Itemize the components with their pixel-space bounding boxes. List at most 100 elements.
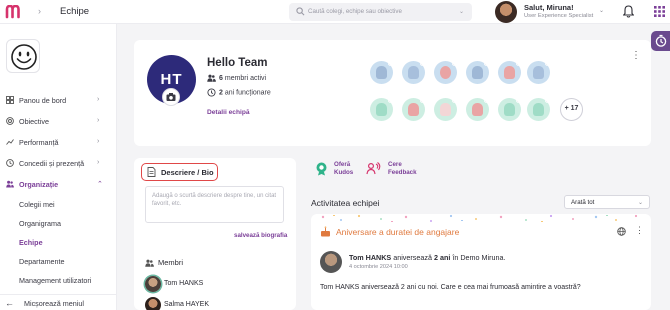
search-input[interactable]: Caută colegi, echipe sau obiective ⌄ bbox=[289, 3, 472, 21]
years-number: 2 bbox=[219, 89, 223, 97]
post-company: Demo Miruna. bbox=[460, 253, 506, 262]
search-icon bbox=[296, 7, 305, 16]
team-age: 2 ani funcționare bbox=[207, 88, 271, 97]
team-member-avatar[interactable] bbox=[466, 61, 489, 84]
give-kudos-link[interactable]: Oferă Kudos bbox=[334, 161, 353, 177]
person-icon bbox=[533, 103, 544, 116]
app-logo-icon[interactable] bbox=[5, 5, 23, 19]
team-member-avatar[interactable] bbox=[434, 98, 457, 121]
post-headline: Tom HANKS aniversează 2 ani în Demo Miru… bbox=[349, 253, 506, 262]
person-icon bbox=[504, 66, 515, 79]
document-icon bbox=[147, 167, 156, 177]
bio-title: Descriere / Bio bbox=[141, 163, 218, 181]
team-details-link[interactable]: Detalii echipă bbox=[207, 109, 250, 116]
top-bar: › Echipe Caută colegi, echipe sau obiect… bbox=[0, 0, 670, 24]
sidebar-item-performance[interactable]: Performanță › bbox=[0, 134, 117, 152]
team-member-avatar[interactable] bbox=[402, 61, 425, 84]
user-greeting[interactable]: Salut, Miruna! bbox=[524, 3, 574, 12]
post-author-name[interactable]: Tom HANKS bbox=[349, 253, 391, 262]
person-icon bbox=[472, 66, 483, 79]
chevron-up-icon: ⌃ bbox=[97, 181, 103, 188]
collapse-menu-button[interactable]: ← Micșorează meniul bbox=[0, 294, 117, 310]
status-dot bbox=[388, 98, 393, 103]
sidebar-item-label: Organizație bbox=[19, 180, 59, 189]
sidebar-item-objectives[interactable]: Obiective › bbox=[0, 113, 117, 131]
sidebar-subitem-colleagues[interactable]: Colegii mei bbox=[19, 200, 55, 209]
user-menu-chevron-icon[interactable]: ⌄ bbox=[599, 7, 604, 14]
bell-icon[interactable] bbox=[623, 5, 634, 18]
sidebar-item-label: Concedii și prezență bbox=[19, 159, 85, 168]
document-icon bbox=[440, 103, 451, 116]
feedback-icon[interactable] bbox=[366, 162, 381, 175]
person-icon bbox=[408, 66, 419, 79]
save-bio-link[interactable]: salvează biografia bbox=[234, 232, 287, 239]
activity-filter-select[interactable]: Arată tot ⌄ bbox=[564, 195, 650, 209]
company-logo[interactable] bbox=[6, 39, 40, 73]
sidebar-item-dashboard[interactable]: Panou de bord › bbox=[0, 92, 117, 110]
side-panel-tab[interactable] bbox=[651, 31, 670, 51]
team-member-avatar[interactable] bbox=[370, 61, 393, 84]
sidebar-subitem-user-management[interactable]: Management utilizatori bbox=[19, 276, 91, 285]
confetti-decoration bbox=[321, 214, 638, 222]
member-avatar bbox=[145, 276, 161, 292]
members-heading: Membri bbox=[145, 258, 183, 267]
change-photo-button[interactable] bbox=[162, 88, 180, 106]
sidebar-subitem-org-chart[interactable]: Organigrama bbox=[19, 219, 61, 228]
sidebar-item-leave[interactable]: Concedii și prezență › bbox=[0, 155, 117, 173]
checkmark-icon bbox=[440, 66, 451, 79]
status-dot bbox=[388, 61, 393, 66]
kudos-icon[interactable] bbox=[315, 162, 328, 176]
dashboard-icon bbox=[6, 96, 14, 104]
collapse-menu-label: Micșorează meniul bbox=[24, 299, 84, 308]
post-options-icon[interactable]: ⋮ bbox=[635, 225, 644, 236]
chevron-right-icon: › bbox=[38, 6, 41, 16]
team-member-avatar[interactable] bbox=[434, 61, 457, 84]
chevron-down-icon[interactable]: ⌄ bbox=[459, 8, 464, 15]
people-icon bbox=[207, 74, 216, 82]
team-member-avatar[interactable] bbox=[370, 98, 393, 121]
timer-icon bbox=[655, 34, 667, 47]
member-name: Salma HAYEK bbox=[164, 301, 209, 308]
team-members-count: 6 membri activi bbox=[207, 74, 266, 82]
team-member-avatar[interactable] bbox=[498, 61, 521, 84]
sidebar-item-organization[interactable]: Organizație ⌃ bbox=[0, 176, 117, 194]
request-feedback-link[interactable]: Cere Feedback bbox=[388, 161, 417, 177]
status-dot bbox=[484, 98, 489, 103]
status-dot bbox=[545, 61, 550, 66]
member-row[interactable]: Tom HANKS bbox=[145, 276, 275, 292]
person-icon bbox=[408, 103, 419, 116]
apps-grid-icon[interactable] bbox=[654, 6, 665, 17]
team-member-avatar[interactable] bbox=[498, 98, 521, 121]
team-member-avatar[interactable] bbox=[466, 98, 489, 121]
sidebar-subitem-departments[interactable]: Departamente bbox=[19, 257, 65, 266]
status-dot bbox=[516, 61, 521, 66]
status-dot bbox=[484, 61, 489, 66]
feedback-line-2: Feedback bbox=[388, 169, 417, 176]
post-timestamp: 4 octombrie 2024 10:00 bbox=[349, 264, 408, 270]
more-members-button[interactable]: + 17 bbox=[560, 98, 583, 121]
user-avatar[interactable] bbox=[495, 1, 517, 23]
post-author-avatar[interactable] bbox=[320, 251, 342, 273]
trend-icon bbox=[6, 139, 14, 145]
post-years: 2 ani bbox=[433, 253, 451, 262]
team-member-avatar[interactable] bbox=[527, 61, 550, 84]
search-placeholder: Caută colegi, echipe sau obiective bbox=[308, 8, 402, 15]
post-body: Tom HANKS aniversează 2 ani cu noi. Care… bbox=[320, 284, 581, 291]
person-icon bbox=[504, 103, 515, 116]
clock-icon bbox=[6, 159, 14, 167]
member-name: Tom HANKS bbox=[164, 280, 204, 287]
team-member-avatar[interactable] bbox=[402, 98, 425, 121]
bio-textarea[interactable]: Adaugă o scurtă descriere despre tine, u… bbox=[145, 186, 284, 223]
member-row[interactable]: Salma HAYEK bbox=[145, 297, 275, 310]
status-dot bbox=[452, 98, 457, 103]
more-options-icon[interactable]: ⋮ bbox=[631, 50, 641, 61]
chevron-down-icon: ⌄ bbox=[637, 200, 643, 206]
person-icon bbox=[376, 66, 387, 79]
list-icon bbox=[533, 66, 544, 79]
member-avatar bbox=[145, 297, 161, 310]
filter-value: Arată tot bbox=[571, 199, 595, 206]
team-member-avatar[interactable] bbox=[527, 98, 550, 121]
sidebar: Panou de bord › Obiective › Performanță … bbox=[0, 24, 117, 310]
people-icon bbox=[6, 180, 14, 188]
sidebar-subitem-teams[interactable]: Echipe bbox=[19, 238, 43, 247]
